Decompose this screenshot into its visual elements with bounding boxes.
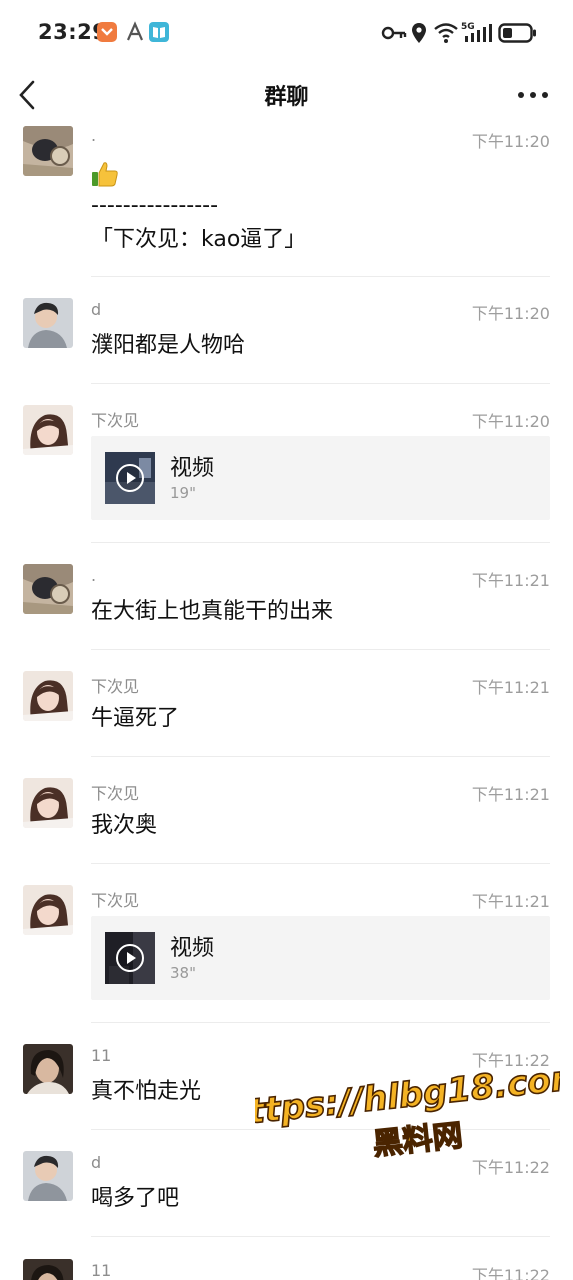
battery-icon	[498, 23, 536, 43]
sender-name: 下次见	[91, 411, 140, 430]
message-time: 下午11:20	[471, 132, 550, 151]
avatar[interactable]	[23, 1151, 73, 1201]
video-thumbnail[interactable]	[105, 932, 155, 984]
location-icon	[412, 23, 426, 43]
key-icon	[381, 26, 407, 40]
avatar[interactable]	[23, 126, 73, 176]
message-time: 下午11:21	[471, 785, 550, 804]
divider	[91, 276, 550, 277]
message-text: 牛逼死了	[91, 706, 180, 731]
video-duration: 38"	[170, 964, 196, 982]
message-text: 我次奥	[91, 813, 158, 838]
video-label: 视频	[170, 936, 215, 961]
play-icon	[116, 944, 144, 972]
sender-name: 11	[91, 1261, 112, 1280]
video-message-card[interactable]: 视频 19"	[91, 436, 550, 520]
sender-name: d	[91, 1153, 102, 1172]
play-icon	[116, 464, 144, 492]
avatar[interactable]	[23, 298, 73, 348]
text-a-icon	[126, 21, 144, 41]
divider	[91, 1236, 550, 1237]
message-text: 喝多了吧	[91, 1186, 180, 1211]
signal-icon	[465, 24, 492, 42]
video-duration: 19"	[170, 484, 196, 502]
divider	[91, 863, 550, 864]
sender-name: d	[91, 300, 102, 319]
divider	[91, 1022, 550, 1023]
more-options-button[interactable]	[517, 80, 549, 110]
divider	[91, 383, 550, 384]
avatar[interactable]	[23, 1044, 73, 1094]
video-message-card[interactable]: 视频 38"	[91, 916, 550, 1000]
message-text: 「下次见：kao逼了」	[91, 227, 307, 252]
message-time: 下午11:20	[471, 304, 550, 323]
shield-app-icon	[97, 22, 117, 42]
video-thumbnail[interactable]	[105, 452, 155, 504]
sender-name: .	[91, 126, 97, 145]
status-bar: 23:29 5G	[0, 0, 573, 66]
message-time: 下午11:21	[471, 678, 550, 697]
message-time: 下午11:22	[471, 1266, 550, 1280]
divider	[91, 649, 550, 650]
wifi-icon	[434, 23, 458, 43]
watermark-logo: https://hlbg18.com 黑料网	[255, 1065, 560, 1163]
sender-name: 下次见	[91, 677, 140, 696]
watermark-name: 黑料网	[371, 1118, 464, 1162]
message-text: 濮阳都是人物哈	[91, 333, 246, 358]
divider	[91, 756, 550, 757]
thumbs-up-icon	[92, 162, 118, 187]
avatar[interactable]	[23, 885, 73, 935]
avatar[interactable]	[23, 1259, 73, 1280]
message-text: ----------------	[91, 193, 219, 218]
divider	[91, 542, 550, 543]
sender-name: 下次见	[91, 891, 140, 910]
message-text: 在大街上也真能干的出来	[91, 599, 334, 624]
avatar[interactable]	[23, 778, 73, 828]
video-label: 视频	[170, 456, 215, 481]
chat-title: 群聊	[264, 85, 309, 110]
book-app-icon	[149, 22, 169, 42]
message-time: 下午11:21	[471, 892, 550, 911]
avatar[interactable]	[23, 405, 73, 455]
avatar[interactable]	[23, 671, 73, 721]
sender-name: 下次见	[91, 784, 140, 803]
sender-name: 11	[91, 1046, 112, 1065]
message-time: 下午11:20	[471, 412, 550, 431]
chat-header: 群聊	[0, 66, 573, 124]
avatar[interactable]	[23, 564, 73, 614]
message-time: 下午11:21	[471, 571, 550, 590]
sender-name: .	[91, 566, 97, 585]
message-text: 真不怕走光	[91, 1079, 202, 1104]
